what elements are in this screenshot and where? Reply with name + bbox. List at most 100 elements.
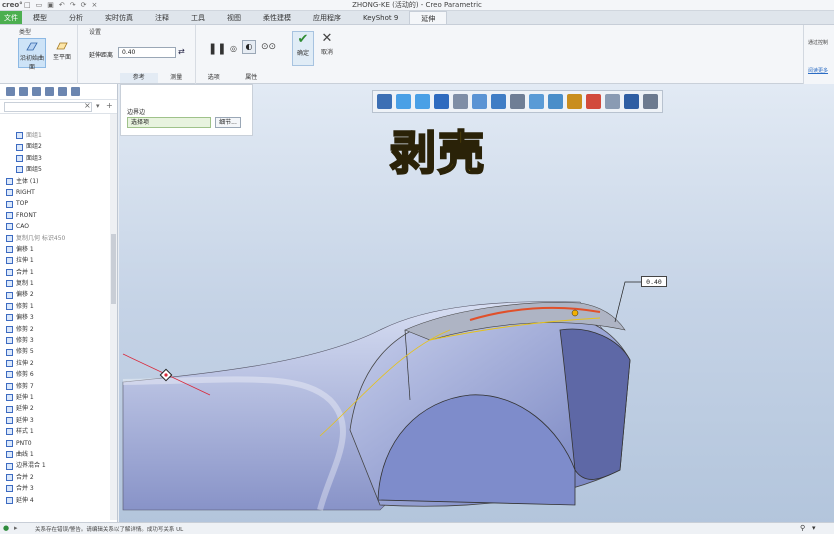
tab-options[interactable]: 选项 bbox=[195, 73, 233, 83]
tree-row[interactable]: 拉伸 2 bbox=[0, 358, 110, 369]
tree-view-icon[interactable] bbox=[6, 87, 15, 96]
layer-view-icon[interactable] bbox=[643, 94, 658, 109]
confirm-button[interactable]: ✔ 确定 bbox=[292, 31, 314, 66]
verify-icon[interactable]: ⊙⊙ bbox=[261, 42, 276, 52]
tree-row[interactable]: 面组2 bbox=[0, 141, 110, 152]
tree-row[interactable]: 偏移 1 bbox=[0, 244, 110, 255]
spin-center-icon[interactable] bbox=[586, 94, 601, 109]
zoom-out-icon[interactable] bbox=[415, 94, 430, 109]
menu-item[interactable]: 应用程序 bbox=[302, 11, 352, 24]
tree-row[interactable]: 延伸 2 bbox=[0, 403, 110, 414]
tree-row[interactable]: 边界混合 1 bbox=[0, 460, 110, 471]
tree-row-label: PNT0 bbox=[16, 439, 32, 447]
saved-views-icon[interactable] bbox=[491, 94, 506, 109]
filter-icon[interactable] bbox=[45, 87, 54, 96]
view-toolbar bbox=[372, 90, 663, 113]
tree-row[interactable]: 面组5 bbox=[0, 164, 110, 175]
pause-icon[interactable]: ❚❚ bbox=[208, 42, 226, 55]
tree-row[interactable]: RIGHT bbox=[0, 187, 110, 198]
menu-item[interactable]: 柔性建模 bbox=[252, 11, 302, 24]
show-icon[interactable] bbox=[71, 87, 80, 96]
type-group-title: 类型 bbox=[19, 29, 32, 36]
menu-item[interactable]: 模型 bbox=[22, 11, 58, 24]
menu-item[interactable]: 视图 bbox=[216, 11, 252, 24]
menu-item[interactable]: 注释 bbox=[144, 11, 180, 24]
tree-row[interactable]: 主体 (1) bbox=[0, 176, 110, 187]
tab-references[interactable]: 参考 bbox=[120, 73, 158, 83]
columns-icon[interactable] bbox=[32, 87, 41, 96]
tree-scrollbar[interactable] bbox=[110, 114, 117, 520]
tree-row[interactable]: 延伸 1 bbox=[0, 392, 110, 403]
selection-filter-icon[interactable]: ⚲ bbox=[800, 524, 805, 532]
tree-row[interactable]: 修剪 2 bbox=[0, 324, 110, 335]
tree-row[interactable]: 面组3 bbox=[0, 153, 110, 164]
pause-view-icon[interactable] bbox=[624, 94, 639, 109]
expand-icon[interactable]: ▾ bbox=[96, 102, 100, 110]
tree-row[interactable]: 修剪 5 bbox=[0, 346, 110, 357]
tree-row[interactable]: 拉伸 1 bbox=[0, 255, 110, 266]
settings-icon[interactable] bbox=[58, 87, 67, 96]
dimension-value-box[interactable]: 0.40 bbox=[641, 276, 667, 287]
tree-row[interactable]: 复制 1 bbox=[0, 278, 110, 289]
tree-row[interactable]: 曲线 1 bbox=[0, 449, 110, 460]
repaint-icon[interactable] bbox=[434, 94, 449, 109]
tree-search-input[interactable] bbox=[4, 102, 92, 112]
section-icon[interactable] bbox=[529, 94, 544, 109]
tab-measure[interactable]: 测量 bbox=[158, 73, 196, 83]
tree-row[interactable]: 修剪 6 bbox=[0, 369, 110, 380]
read-more-link[interactable]: 阅读更多 bbox=[808, 67, 828, 74]
tree-row[interactable]: 合并 3 bbox=[0, 483, 110, 494]
tree-row[interactable]: 延伸 4 bbox=[0, 495, 110, 506]
tree-row[interactable]: 修剪 1 bbox=[0, 301, 110, 312]
along-surface-button[interactable]: 沿初始曲面 bbox=[18, 38, 46, 71]
annotation-icon[interactable] bbox=[567, 94, 582, 109]
view-manager-icon[interactable] bbox=[510, 94, 525, 109]
check-icon: ✔ bbox=[297, 32, 309, 47]
tree-row[interactable]: CAO bbox=[0, 221, 110, 232]
datum-plane-icon[interactable] bbox=[605, 94, 620, 109]
feature-icon bbox=[6, 189, 13, 197]
menu-item[interactable]: 分析 bbox=[58, 11, 94, 24]
tab-properties[interactable]: 属性 bbox=[233, 73, 271, 83]
layer-icon[interactable] bbox=[19, 87, 28, 96]
datum-display-icon[interactable] bbox=[548, 94, 563, 109]
tree-row[interactable]: TOP bbox=[0, 198, 110, 209]
add-icon[interactable]: + bbox=[106, 101, 113, 110]
display-style-icon[interactable] bbox=[472, 94, 487, 109]
feature-icon bbox=[6, 371, 13, 379]
search-clear-icon[interactable]: × bbox=[84, 101, 91, 110]
perspective-icon[interactable] bbox=[453, 94, 468, 109]
tree-row[interactable]: 合并 1 bbox=[0, 267, 110, 278]
tree-row[interactable]: FRONT bbox=[0, 210, 110, 221]
distance-input[interactable]: 0.40 bbox=[118, 47, 176, 58]
tree-row[interactable]: 样式 1 bbox=[0, 426, 110, 437]
tree-row[interactable]: 修剪 7 bbox=[0, 381, 110, 392]
status-nav-icon[interactable]: ▸ bbox=[14, 524, 18, 532]
tree-row-label: 面组5 bbox=[26, 166, 42, 174]
to-plane-button[interactable]: 至平面 bbox=[48, 38, 76, 68]
tree-row[interactable]: PNT0 bbox=[0, 438, 110, 449]
tree-row[interactable]: 面组1 bbox=[0, 130, 110, 141]
tree-row[interactable]: 合并 2 bbox=[0, 472, 110, 483]
refit-icon[interactable] bbox=[377, 94, 392, 109]
no-preview-icon[interactable]: ◎ bbox=[230, 44, 237, 53]
details-button[interactable]: 细节... bbox=[215, 117, 241, 128]
tree-row[interactable]: 偏移 3 bbox=[0, 312, 110, 323]
tree-row[interactable]: 修剪 3 bbox=[0, 335, 110, 346]
flip-direction-icon[interactable]: ⇄ bbox=[178, 47, 185, 56]
zoom-in-icon[interactable] bbox=[396, 94, 411, 109]
filter-dropdown-icon[interactable]: ▾ bbox=[812, 524, 816, 532]
menu-item[interactable]: 实时仿真 bbox=[94, 11, 144, 24]
preview-icon[interactable]: ◐ bbox=[242, 40, 256, 54]
menu-bar: 文件 模型 分析 实时仿真 注释 工具 视图 柔性建模 应用程序 KeyShot… bbox=[0, 11, 834, 25]
menu-file[interactable]: 文件 bbox=[0, 11, 22, 24]
menu-item-active[interactable]: 延伸 bbox=[409, 11, 448, 24]
cancel-button[interactable]: ✕ 取消 bbox=[316, 31, 338, 66]
tree-row[interactable]: 偏移 2 bbox=[0, 289, 110, 300]
menu-item[interactable]: 工具 bbox=[180, 11, 216, 24]
boundary-edge-collector[interactable]: 选择项 bbox=[127, 117, 211, 128]
menu-item[interactable]: KeyShot 9 bbox=[352, 11, 409, 24]
tree-row[interactable]: 复制几何 标识450 bbox=[0, 233, 110, 244]
tree-row[interactable]: 延伸 3 bbox=[0, 415, 110, 426]
tree-row-label: 边界混合 1 bbox=[16, 462, 46, 470]
